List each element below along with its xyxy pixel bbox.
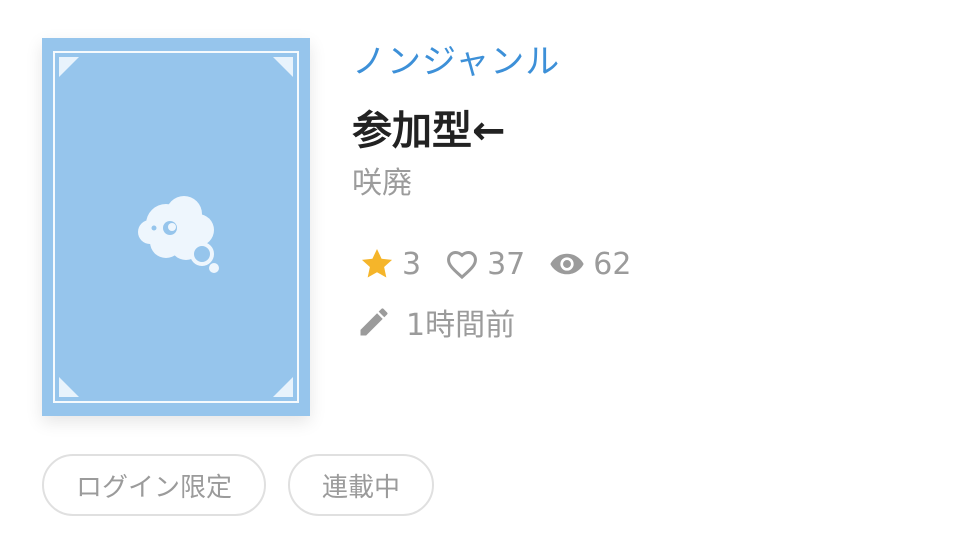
heart-outline-icon [447,250,478,280]
work-card[interactable]: ノンジャンル 参加型← 咲廃 3 37 62 1時間前 ログイン限定 連載中 [0,0,960,548]
updated-row: 1時間前 [356,302,516,343]
updated-time: 1時間前 [406,308,516,343]
star-stat: 3 [358,245,421,283]
like-count: 37 [487,246,526,282]
cover-corner-ornament [59,57,79,77]
stats-row: 3 37 62 [358,244,653,284]
tag-list: ログイン限定 連載中 [42,454,456,516]
author-name[interactable]: 咲廃 [352,158,412,202]
cover-image[interactable] [42,38,310,416]
thought-bubble-icon [138,196,219,273]
work-title[interactable]: 参加型← [352,98,506,156]
like-stat: 37 [443,245,525,283]
star-icon [361,248,393,278]
tag-login-only[interactable]: ログイン限定 [42,454,267,516]
eye-icon [550,253,584,275]
tag-serializing[interactable]: 連載中 [288,454,435,516]
view-stat: 62 [547,245,631,283]
genre-link[interactable]: ノンジャンル [352,34,560,83]
star-count: 3 [402,246,422,282]
cover-corner-ornament [273,57,293,77]
view-count: 62 [593,246,632,282]
cover-corner-ornament [59,377,79,397]
pencil-icon [360,308,388,336]
cover-corner-ornament [273,377,293,397]
